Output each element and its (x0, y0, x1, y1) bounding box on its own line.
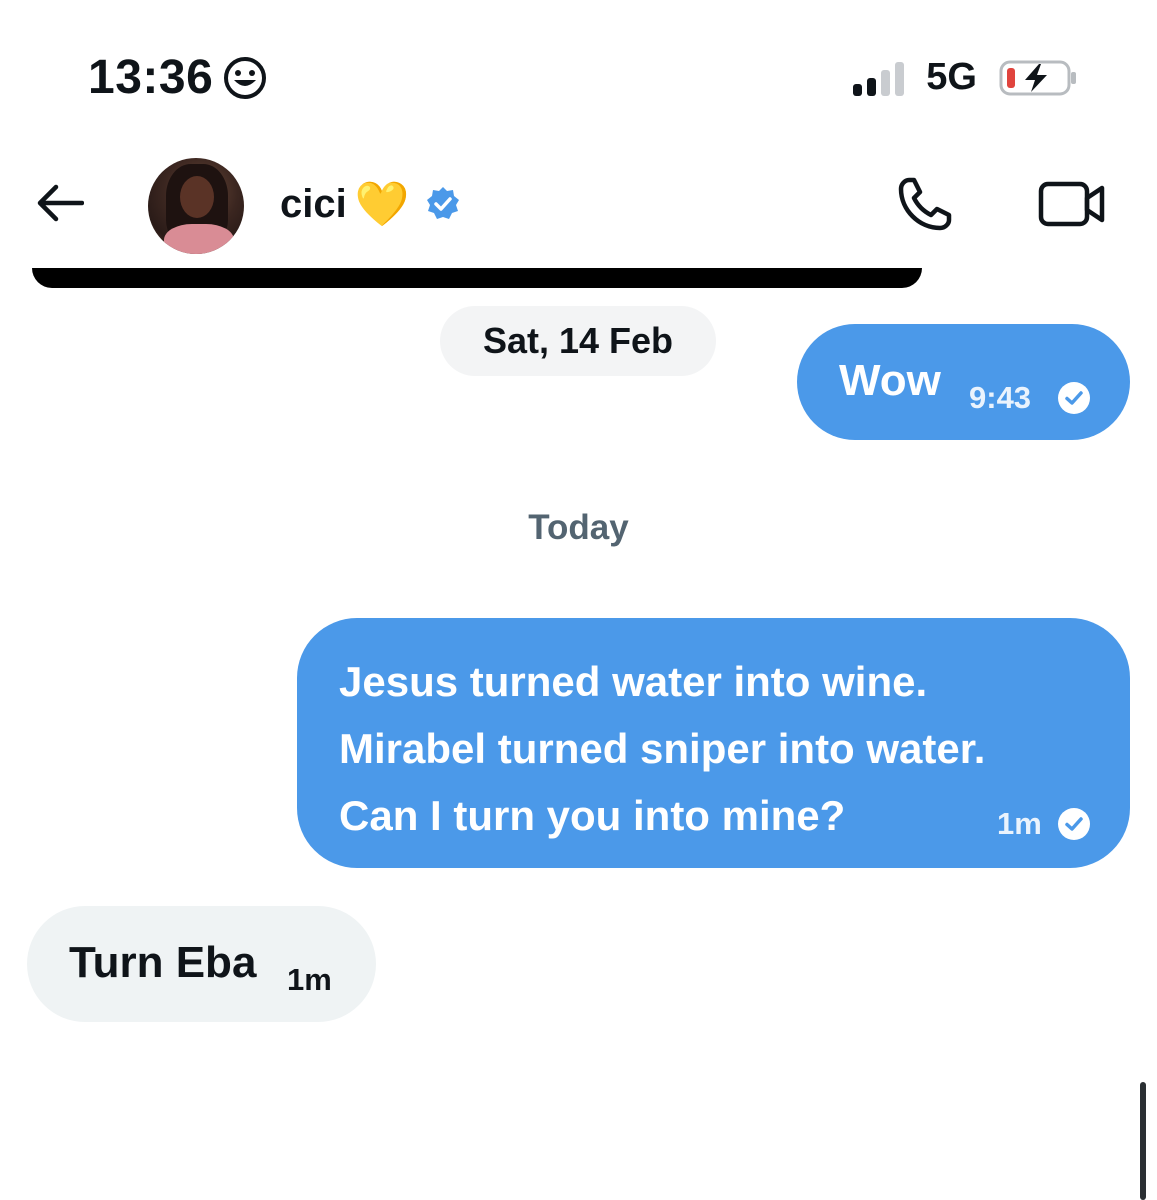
arrow-left-icon (34, 183, 85, 228)
verified-badge-icon (424, 185, 462, 223)
date-separator: Sat, 14 Feb (440, 306, 716, 376)
message-text: Wow (839, 356, 941, 405)
read-receipt-icon (1057, 381, 1091, 420)
status-bar-time: 13:36 (88, 50, 267, 105)
video-call-button[interactable] (1036, 174, 1108, 238)
smiley-face-icon (223, 56, 267, 100)
yellow-heart-icon: 💛 (354, 180, 410, 229)
contact-name[interactable]: cici 💛 (280, 178, 462, 230)
message-line: Can I turn you into mine? (339, 792, 846, 839)
network-type: 5G (926, 56, 977, 98)
scrollbar[interactable] (1140, 1082, 1146, 1200)
back-button[interactable] (30, 183, 88, 227)
message-timestamp: 1m (287, 962, 332, 997)
video-camera-icon (1038, 179, 1106, 234)
battery-charging-icon (999, 58, 1079, 98)
message-line: Mirabel turned sniper into water. (339, 725, 986, 772)
contact-avatar[interactable] (148, 158, 244, 254)
read-receipt-icon (1057, 807, 1091, 846)
header-divider (32, 268, 922, 288)
message-line: Jesus turned water into wine. (339, 658, 928, 705)
conversation-header: cici 💛 (0, 150, 1157, 260)
dm-conversation-screen: 13:36 5G cici 💛 Sat, 14 Feb Today Wow 9:… (0, 0, 1157, 1200)
sent-message-bubble[interactable]: Wow 9:43 (797, 324, 1130, 440)
voice-call-button[interactable] (892, 174, 958, 238)
date-separator-today: Today (528, 508, 629, 547)
cellular-signal-icon (853, 60, 905, 96)
status-bar-indicators: 5G (853, 56, 1079, 99)
clock-text: 13:36 (88, 51, 214, 104)
sent-message-bubble[interactable]: Jesus turned water into wine. Mirabel tu… (297, 618, 1130, 868)
message-text: Turn Eba (69, 938, 257, 987)
contact-name-text: cici (280, 181, 347, 226)
phone-icon (895, 174, 955, 239)
received-message-bubble[interactable]: Turn Eba 1m (27, 906, 376, 1022)
message-text: Jesus turned water into wine. Mirabel tu… (339, 648, 985, 849)
message-timestamp: 1m (997, 806, 1042, 841)
message-timestamp: 9:43 (969, 380, 1032, 415)
